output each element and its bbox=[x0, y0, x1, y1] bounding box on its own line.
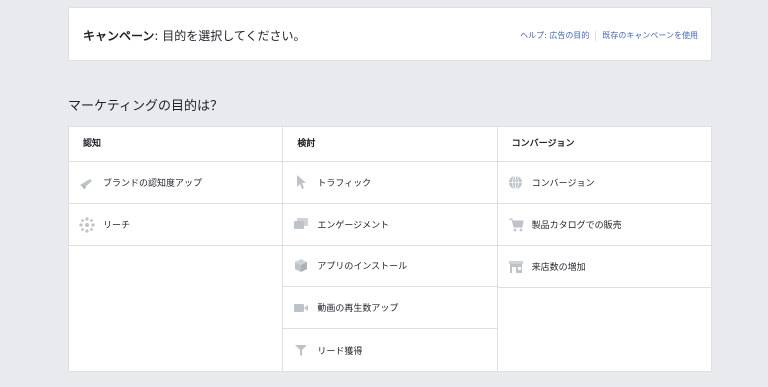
objective-label: リード獲得 bbox=[317, 346, 363, 357]
column-awareness: 認知 ブランドの認知度アップ リーチ bbox=[69, 127, 284, 371]
objective-engagement[interactable]: エンゲージメント bbox=[283, 204, 497, 246]
objective-label: 来店数の増加 bbox=[531, 263, 586, 273]
objective-label: リーチ bbox=[103, 221, 131, 231]
column-consideration: 検討 トラフィック エンゲージメント アプリのインストール 動画の再生数アップ bbox=[283, 127, 498, 371]
objective-label: トラフィック bbox=[317, 178, 372, 189]
objective-conversions[interactable]: コンバージョン bbox=[497, 162, 711, 204]
video-icon bbox=[293, 300, 309, 316]
megaphone-icon bbox=[79, 175, 95, 191]
objective-grid: 認知 ブランドの認知度アップ リーチ 検討 トラフィック エンゲージメント アプ… bbox=[68, 126, 712, 372]
chat-icon bbox=[293, 216, 309, 232]
objective-catalog-sales[interactable]: 製品カタログでの販売 bbox=[497, 204, 711, 246]
campaign-instruction: : 目的を選択してください。 bbox=[154, 29, 306, 43]
objective-label: ブランドの認知度アップ bbox=[103, 179, 203, 189]
cursor-icon bbox=[293, 174, 309, 190]
objective-reach[interactable]: リーチ bbox=[69, 204, 283, 246]
box-icon bbox=[293, 258, 309, 274]
objective-label: 製品カタログでの販売 bbox=[531, 221, 622, 231]
funnel-icon bbox=[293, 342, 309, 358]
objective-lead-generation[interactable]: リード獲得 bbox=[283, 329, 496, 371]
marketing-objective-question: マーケティングの目的は？ bbox=[68, 99, 223, 114]
objective-app-installs[interactable]: アプリのインストール bbox=[283, 246, 497, 288]
column-header-conversion: コンバージョン bbox=[497, 127, 711, 162]
campaign-title: キャンペーン: 目的を選択してください。 bbox=[83, 27, 306, 44]
objective-label: 動画の再生数アップ bbox=[317, 304, 399, 315]
objective-brand-awareness[interactable]: ブランドの認知度アップ bbox=[69, 162, 283, 204]
objective-traffic[interactable]: トラフィック bbox=[283, 162, 497, 204]
cart-icon bbox=[508, 217, 524, 233]
link-divider bbox=[595, 30, 597, 41]
column-header-consideration: 検討 bbox=[283, 127, 497, 162]
campaign-header-card: キャンペーン: 目的を選択してください。 ヘルプ: 広告の目的 既存のキャンペー… bbox=[68, 7, 712, 61]
help-objective-link[interactable]: ヘルプ: 広告の目的 bbox=[520, 30, 589, 41]
objective-store-visits[interactable]: 来店数の増加 bbox=[497, 246, 711, 288]
column-header-awareness: 認知 bbox=[69, 127, 283, 162]
objective-label: エンゲージメント bbox=[317, 220, 390, 231]
objective-video-views[interactable]: 動画の再生数アップ bbox=[283, 287, 497, 330]
header-links: ヘルプ: 広告の目的 既存のキャンペーンを使用 bbox=[520, 30, 698, 41]
store-icon bbox=[508, 259, 524, 275]
objective-label: コンバージョン bbox=[531, 179, 595, 189]
objective-label: アプリのインストール bbox=[317, 262, 408, 273]
use-existing-campaign-link[interactable]: 既存のキャンペーンを使用 bbox=[602, 30, 698, 41]
globe-icon bbox=[508, 175, 524, 191]
campaign-label: キャンペーン bbox=[83, 29, 155, 43]
column-conversion: コンバージョン コンバージョン 製品カタログでの販売 来店数の増加 bbox=[497, 127, 711, 371]
reach-icon bbox=[79, 216, 95, 233]
